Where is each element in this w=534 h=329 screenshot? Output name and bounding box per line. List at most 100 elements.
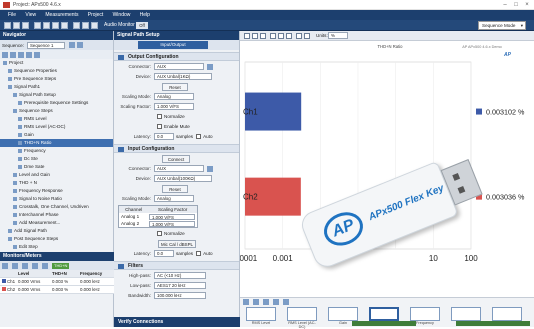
measurement-thumbnail[interactable] [369,307,399,321]
output-reset-button[interactable]: Reset [162,82,188,91]
tree-item[interactable]: Signal Path Setup [0,91,113,99]
tree-item[interactable]: Edit Step [0,243,113,251]
tree-item[interactable]: Post Sequence Steps [0,235,113,243]
meter-level-icon[interactable] [2,262,8,269]
minimize-button[interactable]: – [500,1,510,9]
expand-all-icon[interactable] [2,51,8,58]
autoscale-icon[interactable] [296,33,302,39]
meter-frequency-icon[interactable] [22,262,28,269]
menu-project[interactable]: Project [88,12,104,18]
thumb-prev-icon[interactable] [243,299,249,305]
tree-item[interactable]: Sequence Properties [0,67,113,75]
measurement-thumbnail[interactable] [246,307,276,321]
tree-item[interactable]: Dme Sate [0,163,113,171]
tree-item[interactable]: Interchannel Phase [0,211,113,219]
close-button[interactable]: × [522,1,532,9]
input-reset-button[interactable]: Reset [162,184,188,193]
highpass-select[interactable]: AC (<10 Hz) [154,272,206,279]
verify-connections-button[interactable]: Verify Connections [114,317,240,327]
input-latency-input[interactable]: 0.0 [154,250,174,257]
audio-monitor-toggle[interactable]: Off [136,22,148,29]
settings-icon[interactable] [61,22,68,29]
tree-item[interactable]: Crosstalk, One Channel, Undriven [0,203,113,211]
copy-icon[interactable] [278,33,284,39]
sequence-select[interactable]: Sequence 1 [26,41,65,49]
meter-badge[interactable]: THD+N [52,262,70,269]
lowpass-select[interactable]: AES17 20 kHz [154,282,206,289]
stop-icon[interactable] [43,22,50,29]
pan-icon[interactable] [252,33,258,39]
move-step-icon[interactable] [34,51,40,58]
report-icon[interactable] [82,22,89,29]
channel-factor-input[interactable]: 1.000 V/FS [149,220,195,227]
output-connector-icon[interactable] [207,63,213,70]
mic-cal-button[interactable]: Mic Cal / dBSPL [158,239,196,248]
tree-item[interactable]: Add Signal Path [0,227,113,235]
cursor-icon[interactable] [260,33,266,39]
add-sequence-icon[interactable] [68,42,75,48]
thumb-delete-icon[interactable] [273,299,279,305]
input-scaling-select[interactable]: Analog [154,195,194,202]
output-scaling-select[interactable]: Analog [154,93,194,100]
output-auto-checkbox[interactable] [196,134,202,139]
menu-measurements[interactable]: Measurements [45,12,78,18]
menu-window[interactable]: Window [113,12,131,18]
monitor-icon[interactable] [73,22,80,29]
tab-input-output[interactable]: Input/Output [138,41,208,49]
channel-factor-input[interactable]: 1.000 V/FS [149,213,195,220]
sequence-mode-dropdown[interactable]: Sequence Mode ▾ [478,21,526,30]
tree-item[interactable]: THD + N [0,179,113,187]
measurement-thumbnail[interactable] [451,307,481,321]
tree-item[interactable]: Pre Sequence Steps [0,75,113,83]
menu-file[interactable]: File [8,12,16,18]
export-icon[interactable] [286,33,292,39]
tree-item[interactable]: Dc Ste [0,155,113,163]
delete-step-icon[interactable] [26,51,32,58]
enable-mute-checkbox[interactable] [157,124,162,129]
filters-header[interactable]: Filters [114,261,239,270]
input-connector-icon[interactable] [207,165,213,172]
meter-thdn-icon[interactable] [12,262,18,269]
measurement-thumbnail[interactable] [410,307,440,321]
output-config-header[interactable]: Output Configuration [114,52,239,61]
tree-item[interactable]: RMS Level [0,115,113,123]
output-latency-input[interactable]: 0.0 [154,133,174,140]
tree-item[interactable]: RMS Level (AC-DC) [0,123,113,131]
connect-button[interactable]: Connect [162,154,190,163]
table-view-icon[interactable] [270,33,276,39]
tree-item[interactable]: Prerequisite Sequence Settings [0,99,113,107]
output-device-select[interactable]: AUX Unbal(1KΩ) [154,73,212,80]
input-normalize-checkbox[interactable] [157,231,162,236]
generator-icon[interactable] [52,22,59,29]
open-icon[interactable] [13,22,20,29]
output-scaling-factor-input[interactable]: 1.000 V/FS [154,103,194,110]
menu-help[interactable]: Help [140,12,150,18]
input-auto-checkbox[interactable] [196,251,202,256]
measurement-thumbnail[interactable] [287,307,317,321]
tree-item[interactable]: Add Measurement... [0,219,113,227]
help-icon[interactable] [91,22,98,29]
thumb-next-icon[interactable] [253,299,259,305]
thumb-add-icon[interactable] [263,299,269,305]
add-step-icon[interactable] [18,51,24,58]
new-project-icon[interactable] [4,22,11,29]
measurement-thumbnail[interactable] [492,307,522,321]
run-icon[interactable] [34,22,41,29]
tree-item[interactable]: Project [0,59,113,67]
tree-item[interactable]: Sequence Steps [0,107,113,115]
tree-item[interactable]: Signal to Noise Ratio [0,195,113,203]
tree-item[interactable]: Signal Path1 [0,83,113,91]
maximize-button[interactable]: □ [511,1,521,9]
output-connector-select[interactable]: AUX [154,63,204,70]
sequence-menu-icon[interactable] [76,42,83,48]
measurement-thumbnail[interactable] [328,307,358,321]
save-icon[interactable] [22,22,29,29]
meter-scope-icon[interactable] [42,262,48,269]
meter-phase-icon[interactable] [32,262,38,269]
tree-item[interactable]: Gain [0,131,113,139]
collapse-all-icon[interactable] [10,51,16,58]
units-select[interactable]: % [328,32,348,39]
thumb-details-icon[interactable] [283,299,289,305]
output-normalize-checkbox[interactable] [157,114,162,119]
tree-item[interactable]: Frequency Response [0,187,113,195]
